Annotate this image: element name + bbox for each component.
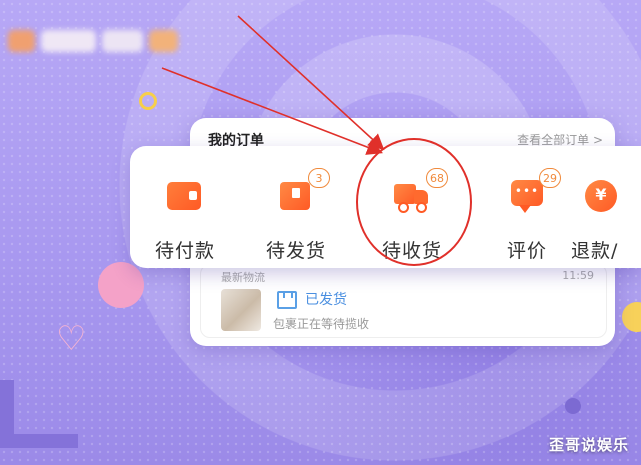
logistics-description: 包裹正在等待揽收: [273, 317, 370, 331]
heart-outline-icon: ♡: [56, 319, 87, 359]
package-icon: [277, 291, 297, 309]
latest-logistics-card[interactable]: 最新物流 11:59 已发货 包裹正在等待揽收: [200, 264, 607, 338]
blurred-username: [8, 24, 178, 58]
status-pending-payment[interactable]: 待付款: [130, 146, 240, 268]
decor-ring: [139, 92, 157, 110]
decor-dot: [565, 398, 581, 414]
status-label: 待发货: [265, 240, 326, 262]
product-thumbnail: [221, 289, 261, 331]
decor-corner-shape: [0, 380, 78, 448]
box-icon: 3: [276, 168, 330, 212]
status-refund[interactable]: 退款/: [571, 146, 641, 268]
status-label: 评价: [506, 240, 547, 262]
status-review[interactable]: 29 评价: [472, 146, 582, 268]
wallet-icon: [165, 176, 205, 212]
logistics-label: 最新物流: [221, 271, 265, 284]
annotation-circle: [356, 138, 472, 266]
refund-icon: [571, 176, 617, 212]
status-label: 退款/: [571, 240, 619, 262]
logistics-time: 11:59: [562, 269, 594, 282]
status-pending-shipment[interactable]: 3 待发货: [241, 146, 351, 268]
logistics-status: 已发货: [305, 292, 347, 308]
count-badge: 3: [308, 168, 330, 188]
watermark: 歪哥说娱乐: [548, 436, 629, 454]
decor-pink-blob: [98, 262, 144, 308]
count-badge: 29: [539, 168, 561, 188]
chat-bubble-icon: 29: [507, 168, 561, 213]
status-label: 待付款: [154, 240, 215, 262]
